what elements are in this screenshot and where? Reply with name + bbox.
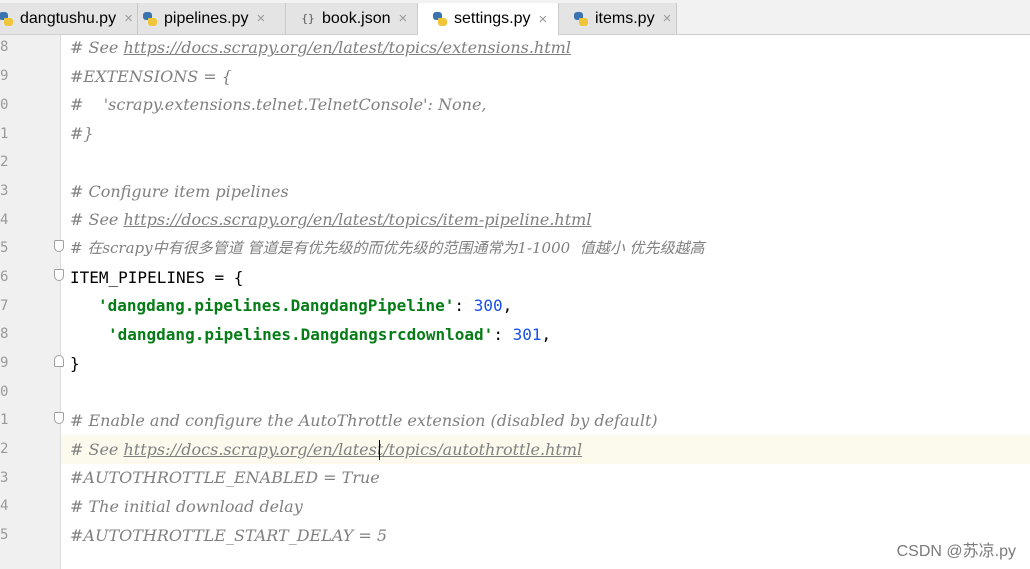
line-number: 8 [0, 39, 8, 55]
tab-book-json[interactable]: {} book.json × [286, 3, 418, 34]
line-number: 7 [0, 298, 8, 314]
code-line: #AUTOTHROTTLE_START_DELAY = 5 [70, 526, 388, 545]
close-icon[interactable]: × [399, 11, 408, 26]
tab-label: book.json [322, 9, 391, 27]
line-number: 1 [0, 412, 8, 428]
close-icon[interactable]: × [257, 11, 266, 26]
python-file-icon [432, 11, 448, 27]
doc-link[interactable]: https://docs.scrapy.org/en/latest/topics… [123, 38, 570, 57]
string-literal: 'dangdang.pipelines.DangdangPipeline' [98, 296, 455, 315]
line-number: 4 [0, 498, 8, 514]
comment-text: # See [70, 210, 124, 229]
code-line: #AUTOTHROTTLE_ENABLED = True [70, 468, 380, 487]
watermark: CSDN @苏凉.py [896, 543, 1016, 560]
json-file-icon: {} [301, 11, 315, 25]
code-line: # The initial download delay [70, 497, 303, 516]
line-number: 9 [0, 355, 8, 371]
tab-settings[interactable]: settings.py × [418, 3, 559, 35]
python-file-icon [142, 11, 158, 27]
line-number: 2 [0, 154, 8, 170]
tab-label: items.py [595, 9, 655, 27]
number-literal: 300 [473, 296, 503, 315]
line-number-gutter[interactable]: 8 9 0 1 2 3 4 5 6 7 8 9 0 1 2 3 4 5 [0, 35, 64, 569]
code-line: # Enable and configure the AutoThrottle … [70, 411, 658, 430]
punctuation: : [454, 296, 474, 315]
text-cursor [379, 440, 380, 460]
close-icon[interactable]: × [538, 12, 547, 27]
line-number: 5 [0, 240, 8, 256]
code-line: 'dangdang.pipelines.DangdangPipeline': 3… [98, 291, 512, 320]
tab-label: pipelines.py [164, 9, 249, 27]
line-number: 3 [0, 470, 8, 486]
tab-dangtushu[interactable]: dangtushu.py × [0, 3, 138, 34]
line-number: 0 [0, 97, 8, 113]
punctuation: : [493, 325, 513, 344]
tab-pipelines[interactable]: pipelines.py × [138, 3, 286, 34]
code-line: } [70, 354, 80, 373]
doc-link[interactable]: https://docs.scrapy.org/en/latest/topics… [123, 210, 591, 229]
line-number: 0 [0, 384, 8, 400]
code-line: # 'scrapy.extensions.telnet.TelnetConsol… [70, 95, 487, 114]
code-line: # 在scrapy中有很多管道 管道是有优先级的而优先级的范围通常为1-1000… [70, 239, 705, 257]
string-literal: 'dangdang.pipelines.Dangdangsrcdownload' [108, 325, 494, 344]
number-literal: 301 [512, 325, 542, 344]
line-number: 4 [0, 212, 8, 228]
code-line: # See https://docs.scrapy.org/en/latest/… [70, 205, 591, 234]
line-number: 2 [0, 441, 8, 457]
code-line: #EXTENSIONS = { [70, 67, 232, 86]
close-icon[interactable]: × [663, 11, 672, 26]
editor-tab-bar: dangtushu.py × pipelines.py × {} book.js… [0, 0, 1030, 35]
doc-link[interactable]: https://docs.scrapy.org/en/latest/topics… [123, 440, 582, 459]
close-icon[interactable]: × [124, 11, 133, 26]
code-line: 'dangdang.pipelines.Dangdangsrcdownload'… [108, 320, 551, 349]
tab-label: dangtushu.py [20, 9, 117, 27]
line-number: 6 [0, 269, 8, 285]
code-editor[interactable]: # See https://docs.scrapy.org/en/latest/… [61, 35, 1030, 569]
code-line: #} [70, 124, 94, 143]
line-number: 3 [0, 183, 8, 199]
line-number: 1 [0, 126, 8, 142]
code-line: # Configure item pipelines [70, 182, 289, 201]
tab-items[interactable]: items.py × [559, 3, 677, 34]
comment-text: # See [70, 440, 124, 459]
punctuation: , [502, 296, 513, 315]
line-number: 5 [0, 527, 8, 543]
python-file-icon [573, 11, 589, 27]
code-line: # See https://docs.scrapy.org/en/latest/… [70, 435, 582, 464]
code-line: # See https://docs.scrapy.org/en/latest/… [70, 33, 571, 62]
code-line: ITEM_PIPELINES = { [70, 268, 244, 287]
punctuation: , [541, 325, 552, 344]
python-file-icon [0, 11, 14, 27]
comment-text: # See [70, 38, 124, 57]
line-number: 8 [0, 326, 8, 342]
tab-label: settings.py [454, 10, 531, 27]
line-number: 9 [0, 68, 8, 84]
